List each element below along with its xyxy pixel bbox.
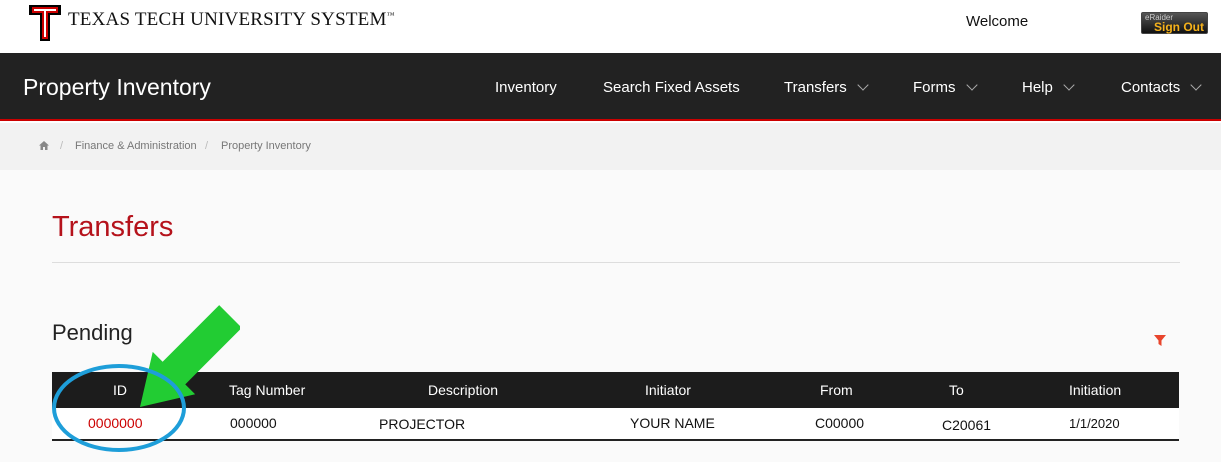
signout-label: Sign Out bbox=[1154, 20, 1204, 34]
column-header-tag-number[interactable]: Tag Number bbox=[229, 382, 305, 398]
chevron-down-icon bbox=[1190, 79, 1202, 91]
logo-text[interactable]: TEXAS TECH UNIVERSITY SYSTEM™ bbox=[68, 9, 395, 31]
welcome-text: Welcome bbox=[966, 13, 1029, 30]
nav-item-help[interactable]: Help bbox=[1022, 79, 1075, 96]
breadcrumb: / Finance & Administration / Property In… bbox=[0, 123, 1221, 170]
blue-circle-annotation bbox=[52, 364, 186, 452]
cell-to: C20061 bbox=[942, 417, 992, 433]
breadcrumb-item-property-inventory[interactable]: Property Inventory bbox=[221, 140, 311, 152]
home-icon[interactable] bbox=[39, 141, 49, 150]
cell-initiator: YOUR NAME bbox=[630, 415, 715, 431]
chevron-down-icon bbox=[857, 79, 869, 91]
sign-out-button[interactable]: eRaider Sign Out bbox=[1141, 12, 1208, 34]
column-header-to[interactable]: To bbox=[949, 382, 964, 398]
breadcrumb-separator: / bbox=[60, 140, 64, 152]
column-header-description[interactable]: Description bbox=[428, 382, 498, 398]
breadcrumb-item-finance[interactable]: Finance & Administration bbox=[75, 140, 197, 152]
nav-item-search-fixed-assets[interactable]: Search Fixed Assets bbox=[603, 79, 740, 96]
column-header-from[interactable]: From bbox=[820, 382, 853, 398]
page-title: Transfers bbox=[52, 211, 174, 243]
divider bbox=[52, 262, 1180, 263]
column-header-initiator[interactable]: Initiator bbox=[645, 382, 691, 398]
cell-initiation: 1/1/2020 bbox=[1069, 416, 1120, 431]
breadcrumb-separator: / bbox=[205, 140, 209, 152]
cell-tag-number: 000000 bbox=[230, 415, 277, 431]
nav-item-inventory[interactable]: Inventory bbox=[495, 79, 557, 96]
app-title[interactable]: Property Inventory bbox=[23, 74, 211, 101]
main-navbar: Property Inventory Inventory Search Fixe… bbox=[0, 53, 1221, 121]
top-bar: TEXAS TECH UNIVERSITY SYSTEM™ Welcome eR… bbox=[0, 0, 1221, 53]
chevron-down-icon bbox=[1063, 79, 1075, 91]
nav-item-contacts[interactable]: Contacts bbox=[1121, 79, 1202, 96]
nav-item-transfers[interactable]: Transfers bbox=[784, 79, 869, 96]
cell-description: PROJECTOR bbox=[379, 416, 466, 432]
double-t-logo-icon[interactable] bbox=[28, 4, 62, 42]
filter-icon[interactable] bbox=[1154, 335, 1166, 347]
cell-from: C00000 bbox=[815, 415, 865, 431]
section-title-pending: Pending bbox=[52, 320, 133, 345]
column-header-initiation[interactable]: Initiation bbox=[1069, 382, 1121, 398]
chevron-down-icon bbox=[965, 79, 978, 91]
nav-item-forms[interactable]: Forms bbox=[913, 79, 978, 96]
